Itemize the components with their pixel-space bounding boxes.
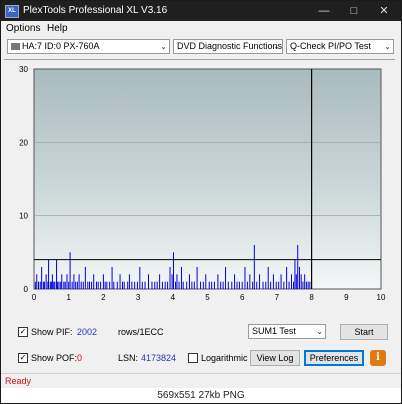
logarithmic-label: Logarithmic	[201, 353, 248, 363]
control-panel: ✓ Show PIF: 2002 rows/1ECC SUM1 Test ⌄ S…	[4, 319, 395, 379]
plot-area	[33, 68, 382, 290]
chevron-down-icon: ⌄	[316, 327, 323, 336]
x-tick-label: 9	[344, 293, 349, 302]
chart-panel: 0 10 20 30 0 1 2 3 4 5 6 7 8 9 10	[4, 59, 395, 310]
x-tick-label: 6	[240, 293, 245, 302]
drive-select[interactable]: HA:7 ID:0 PX-760A ⌄	[7, 39, 170, 54]
status-bar: Ready	[1, 373, 401, 388]
chevron-down-icon: ⌄	[273, 42, 280, 51]
test-select[interactable]: Q-Check PI/PO Test ⌄	[286, 39, 394, 54]
drive-icon	[11, 43, 20, 50]
x-tick-label: 5	[205, 293, 210, 302]
pi-po-chart: 0 10 20 30 0 1 2 3 4 5 6 7 8 9 10	[19, 65, 386, 302]
y-tick-label: 0	[24, 285, 29, 294]
x-tick-label: 3	[136, 293, 141, 302]
show-pif-checkbox[interactable]: ✓	[18, 327, 28, 337]
rows-label: rows/1ECC	[118, 327, 164, 337]
chevron-down-icon: ⌄	[384, 42, 391, 51]
x-tick-label: 8	[309, 293, 314, 302]
close-icon[interactable]: ✕	[369, 1, 399, 21]
function-select[interactable]: DVD Diagnostic Functions ⌄	[173, 39, 283, 54]
title-bar[interactable]: XL PlexTools Professional XL V3.16 — □ ✕	[1, 1, 401, 21]
status-text: Ready	[5, 376, 32, 386]
x-tick-label: 10	[377, 293, 386, 302]
image-caption: 569x551 27kb PNG	[1, 388, 401, 403]
y-tick-label: 30	[19, 65, 28, 74]
info-icon[interactable]: i	[370, 350, 386, 366]
sum-test-select[interactable]: SUM1 Test ⌄	[248, 324, 326, 339]
app-window: XL PlexTools Professional XL V3.16 — □ ✕…	[0, 0, 402, 404]
test-select-value: Q-Check PI/PO Test	[290, 41, 371, 51]
pof-value: 0	[77, 353, 83, 363]
y-tick-label: 20	[19, 138, 28, 147]
maximize-icon[interactable]: □	[339, 1, 369, 21]
x-tick-label: 2	[101, 293, 106, 302]
x-tick-label: 0	[32, 293, 37, 302]
pif-value: 2002	[77, 327, 98, 337]
drive-select-value: HA:7 ID:0 PX-760A	[22, 41, 100, 51]
window-title: PlexTools Professional XL V3.16	[23, 5, 168, 16]
view-log-button[interactable]: View Log	[250, 350, 300, 366]
logarithmic-checkbox[interactable]	[188, 353, 198, 363]
function-select-value: DVD Diagnostic Functions	[177, 41, 283, 51]
menu-help[interactable]: Help	[47, 23, 68, 34]
x-tick-label: 4	[171, 293, 176, 302]
sum-test-select-value: SUM1 Test	[252, 326, 296, 336]
lsn-label: LSN:	[118, 353, 139, 363]
preferences-button[interactable]: Preferences	[304, 350, 364, 366]
x-tick-label: 7	[275, 293, 280, 302]
chevron-down-icon: ⌄	[160, 42, 167, 51]
show-pif-label: Show PIF:	[31, 327, 73, 337]
x-tick-label: 1	[66, 293, 71, 302]
show-pof-label: Show POF:	[31, 353, 78, 363]
menu-options[interactable]: Options	[6, 23, 40, 34]
show-pof-checkbox[interactable]: ✓	[18, 353, 28, 363]
minimize-icon[interactable]: —	[309, 1, 339, 21]
app-logo-icon: XL	[5, 5, 19, 18]
lsn-value: 4173824	[141, 353, 177, 363]
menu-bar: Options Help	[1, 21, 401, 35]
y-tick-label: 10	[19, 212, 28, 221]
start-button[interactable]: Start	[340, 324, 388, 340]
